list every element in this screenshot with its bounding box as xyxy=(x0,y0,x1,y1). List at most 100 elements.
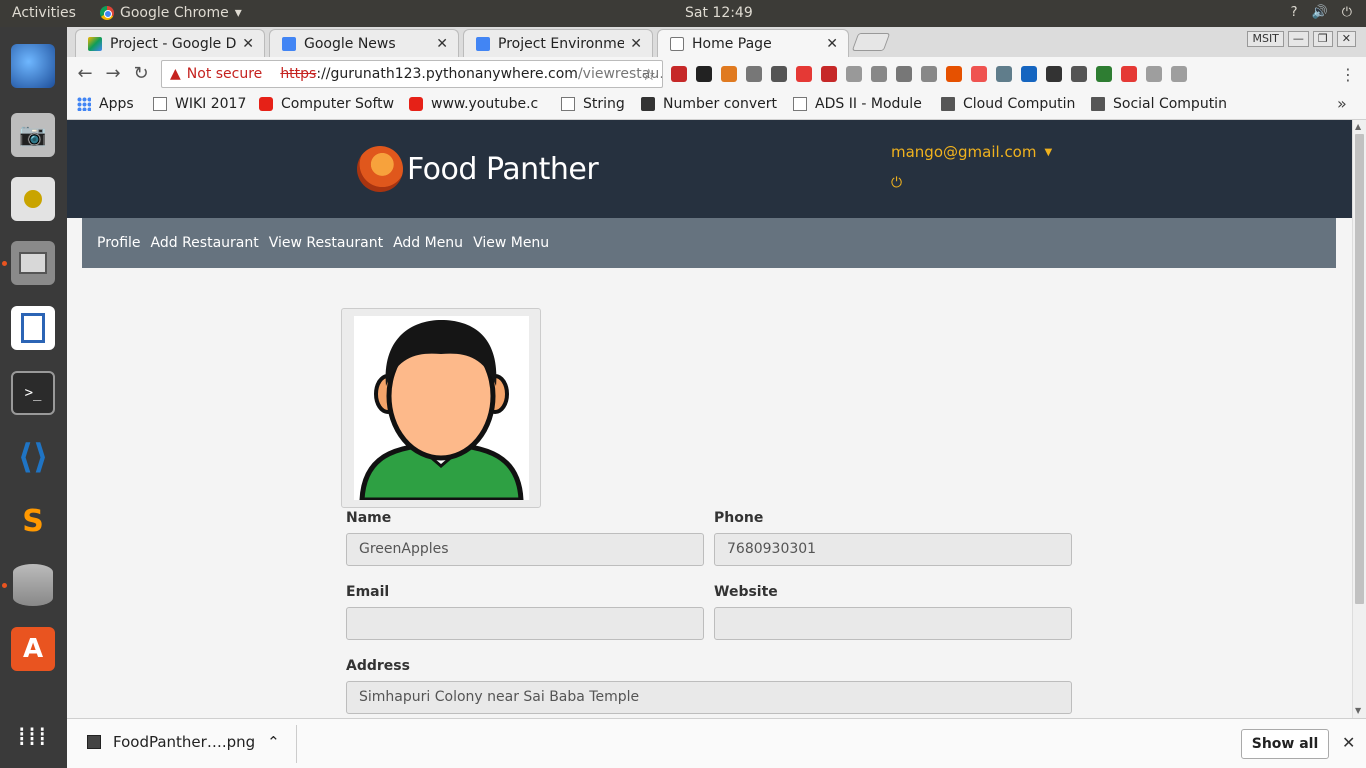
minimize-button[interactable]: — xyxy=(1287,31,1309,47)
app-menu[interactable]: Google Chrome ▾ xyxy=(100,5,242,21)
restore-button[interactable]: ❐ xyxy=(1312,31,1333,47)
clock[interactable]: Sat 12:49 xyxy=(685,5,753,21)
extension-icon[interactable] xyxy=(796,66,812,82)
profile-badge[interactable]: MSIT xyxy=(1247,31,1284,47)
tab-google-news[interactable]: Google News ✕ xyxy=(269,29,459,57)
page-icon xyxy=(153,97,167,111)
bookmark-label: WIKI 2017 xyxy=(175,96,247,112)
more-bookmarks-icon[interactable]: » xyxy=(1337,94,1347,113)
help-icon[interactable]: ? xyxy=(1291,5,1298,20)
thunderbird-icon[interactable] xyxy=(11,44,55,88)
tab-title: Google News xyxy=(304,35,396,52)
running-indicator xyxy=(2,583,7,588)
chrome-menu-icon[interactable]: ⋮ xyxy=(1340,65,1356,84)
bookmark-folder-cloud-computing[interactable]: Cloud Computin xyxy=(941,96,1077,112)
phone-field[interactable]: 7680930301 xyxy=(714,533,1072,566)
show-apps-icon[interactable]: ⁞⁞⁞ xyxy=(11,715,55,759)
bookmark-number-converter[interactable]: Number convert xyxy=(641,96,779,112)
site-logo[interactable]: Food Panther xyxy=(357,146,599,192)
nav-view-menu[interactable]: View Menu xyxy=(473,235,549,251)
download-item[interactable]: FoodPanther….png ⌃ xyxy=(87,733,280,751)
close-icon[interactable]: ✕ xyxy=(242,36,254,52)
extension-icon[interactable] xyxy=(896,66,912,82)
logout-power-icon[interactable]: ⏻ xyxy=(891,175,902,191)
reload-icon[interactable]: ↻ xyxy=(129,63,153,84)
nav-profile[interactable]: Profile xyxy=(97,235,141,251)
system-tray[interactable]: ? 🔊 ⏻ xyxy=(1291,5,1352,20)
extension-icon[interactable] xyxy=(921,66,937,82)
extension-icon[interactable] xyxy=(771,66,787,82)
extension-icon[interactable] xyxy=(821,66,837,82)
website-field[interactable] xyxy=(714,607,1072,640)
extension-icon[interactable] xyxy=(996,66,1012,82)
back-icon[interactable]: ← xyxy=(73,63,97,84)
close-icon[interactable]: ✕ xyxy=(436,36,448,52)
software-center-icon[interactable]: A xyxy=(11,627,55,671)
scroll-up-arrow-icon[interactable]: ▲ xyxy=(1355,122,1361,131)
nav-add-menu[interactable]: Add Menu xyxy=(393,235,463,251)
close-shelf-icon[interactable]: ✕ xyxy=(1342,733,1355,752)
close-icon[interactable]: ✕ xyxy=(630,36,642,52)
profile-image-frame xyxy=(341,308,541,508)
new-tab-button[interactable] xyxy=(851,33,891,51)
extension-icon[interactable] xyxy=(1146,66,1162,82)
close-icon[interactable]: ✕ xyxy=(826,36,838,52)
nav-view-restaurant[interactable]: View Restaurant xyxy=(269,235,383,251)
tab-google-drive[interactable]: Project - Google Drive ✕ xyxy=(75,29,265,57)
vscode-icon[interactable]: ⟨⟩ xyxy=(11,435,55,479)
extension-icon[interactable] xyxy=(721,66,737,82)
extension-icon[interactable] xyxy=(671,66,687,82)
forward-icon[interactable]: → xyxy=(101,63,125,84)
name-field[interactable]: GreenApples xyxy=(346,533,704,566)
extension-icon[interactable] xyxy=(1121,66,1137,82)
sublime-icon[interactable]: S xyxy=(11,499,55,543)
tab-project-environment[interactable]: Project Environment ✕ xyxy=(463,29,653,57)
extension-icon[interactable] xyxy=(846,66,862,82)
database-icon[interactable] xyxy=(11,563,55,607)
writer-icon[interactable] xyxy=(11,306,55,350)
extension-icon[interactable] xyxy=(1071,66,1087,82)
extension-icon[interactable] xyxy=(1046,66,1062,82)
extension-icon[interactable] xyxy=(696,66,712,82)
bookmark-apps[interactable]: Apps xyxy=(77,96,157,112)
browser-window: Project - Google Drive ✕ Google News ✕ P… xyxy=(67,27,1366,768)
extension-icon[interactable] xyxy=(946,66,962,82)
camera-icon[interactable]: 📷 xyxy=(11,113,55,157)
page-scrollbar[interactable]: ▲ ▼ xyxy=(1352,120,1366,718)
nav-add-restaurant[interactable]: Add Restaurant xyxy=(151,235,259,251)
chevron-up-icon[interactable]: ⌃ xyxy=(267,733,280,751)
extension-icon[interactable] xyxy=(746,66,762,82)
folder-icon xyxy=(941,97,955,111)
power-menu-icon[interactable]: ⏻ xyxy=(1342,5,1352,20)
not-secure-label[interactable]: Not secure xyxy=(187,66,263,82)
warning-icon[interactable]: ▲ xyxy=(170,66,181,82)
extension-icon[interactable] xyxy=(1021,66,1037,82)
extension-icon[interactable] xyxy=(1096,66,1112,82)
close-window-button[interactable]: ✕ xyxy=(1336,31,1356,47)
activities-button[interactable]: Activities xyxy=(12,5,76,21)
tab-home-page[interactable]: Home Page ✕ xyxy=(657,29,849,57)
bookmark-wiki-2017[interactable]: WIKI 2017 xyxy=(153,96,253,112)
scrollbar-thumb[interactable] xyxy=(1355,134,1364,604)
bookmark-folder-social-computing[interactable]: Social Computin xyxy=(1091,96,1231,112)
tab-strip: Project - Google Drive ✕ Google News ✕ P… xyxy=(67,27,1366,57)
show-all-button[interactable]: Show all xyxy=(1241,729,1329,759)
extension-icon[interactable] xyxy=(971,66,987,82)
brand-name: Food Panther xyxy=(407,151,599,187)
address-field[interactable]: Simhapuri Colony near Sai Baba Temple xyxy=(346,681,1072,714)
extension-icon[interactable] xyxy=(871,66,887,82)
email-field[interactable] xyxy=(346,607,704,640)
files-icon[interactable] xyxy=(11,241,55,285)
bookmark-star-icon[interactable]: ☆ xyxy=(642,65,656,84)
scroll-down-arrow-icon[interactable]: ▼ xyxy=(1355,706,1361,715)
terminal-icon[interactable]: >_ xyxy=(11,371,55,415)
bookmark-string[interactable]: String xyxy=(561,96,631,112)
volume-icon[interactable]: 🔊 xyxy=(1312,5,1328,20)
bookmark-ads-ii[interactable]: ADS II - Module xyxy=(793,96,929,112)
bookmark-computer-software[interactable]: Computer Softw xyxy=(259,96,395,112)
address-bar[interactable]: ▲ Not secure https://gurunath123.pythona… xyxy=(161,60,663,88)
speaker-icon[interactable] xyxy=(11,177,55,221)
user-dropdown[interactable]: mango@gmail.com ▼ xyxy=(891,143,1052,161)
bookmark-youtube[interactable]: www.youtube.c xyxy=(409,96,545,112)
extension-icon[interactable] xyxy=(1171,66,1187,82)
